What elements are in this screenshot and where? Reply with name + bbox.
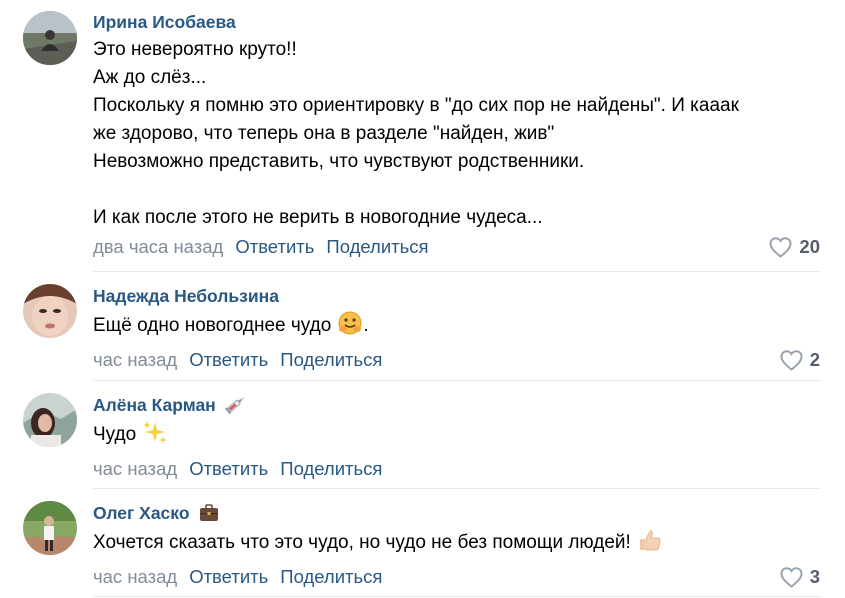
- comment: Алёна Карман Чудо час назад Ответить Под…: [0, 381, 845, 489]
- comment-text: Хочется сказать что это чудо, но чудо не…: [93, 527, 820, 562]
- sparkles-icon: [142, 419, 168, 454]
- thumbs-up-icon: [637, 527, 663, 562]
- comment-text: Это невероятно круто!! Аж до слёз... Пос…: [93, 39, 739, 228]
- avatar[interactable]: [23, 501, 77, 555]
- comment-footer: час назад Ответить Поделиться: [93, 457, 820, 481]
- like-count: 3: [809, 566, 820, 587]
- avatar[interactable]: [23, 393, 77, 447]
- heart-icon: [769, 237, 792, 258]
- comment-time[interactable]: час назад: [93, 457, 177, 481]
- share-button[interactable]: Поделиться: [326, 235, 428, 259]
- reply-button[interactable]: Ответить: [189, 565, 268, 589]
- hugging-face-icon: [337, 310, 363, 345]
- share-button[interactable]: Поделиться: [280, 565, 382, 589]
- like-button[interactable]: 2: [779, 348, 820, 372]
- reply-button[interactable]: Ответить: [189, 457, 268, 481]
- comment-time[interactable]: два часа назад: [93, 235, 223, 259]
- briefcase-icon: [198, 502, 220, 524]
- comment: Олег Хаско Хочется сказать что это чудо,…: [0, 489, 845, 598]
- heart-icon: [780, 350, 803, 371]
- comment-time[interactable]: час назад: [93, 348, 177, 372]
- comment-footer: два часа назад Ответить Поделиться 20: [93, 235, 820, 259]
- syringe-icon: [224, 394, 246, 416]
- share-button[interactable]: Поделиться: [280, 348, 382, 372]
- comment-footer: час назад Ответить Поделиться 2: [93, 348, 820, 372]
- comment-footer: час назад Ответить Поделиться 3: [93, 565, 820, 589]
- avatar[interactable]: [23, 284, 77, 338]
- comment-author[interactable]: Ирина Исобаева: [93, 11, 820, 33]
- comment: Ирина Исобаева Это невероятно круто!! Аж…: [0, 0, 845, 270]
- comment-author[interactable]: Алёна Карман: [93, 394, 820, 416]
- like-count: 2: [809, 349, 820, 370]
- avatar[interactable]: [23, 11, 77, 65]
- comment-author[interactable]: Олег Хаско: [93, 502, 820, 524]
- like-button[interactable]: 20: [768, 235, 820, 259]
- comment-text: Чудо: [93, 419, 820, 454]
- reply-button[interactable]: Ответить: [189, 348, 268, 372]
- heart-icon: [780, 567, 803, 588]
- comment-time[interactable]: час назад: [93, 565, 177, 589]
- reply-button[interactable]: Ответить: [235, 235, 314, 259]
- divider: [93, 596, 820, 597]
- like-count: 20: [799, 236, 820, 257]
- comment: Надежда Небользина Ещё одно новогоднее ч…: [0, 272, 845, 380]
- like-button[interactable]: 3: [779, 565, 820, 589]
- comment-author[interactable]: Надежда Небользина: [93, 285, 820, 307]
- share-button[interactable]: Поделиться: [280, 457, 382, 481]
- comment-text: Ещё одно новогоднее чудо.: [93, 310, 820, 345]
